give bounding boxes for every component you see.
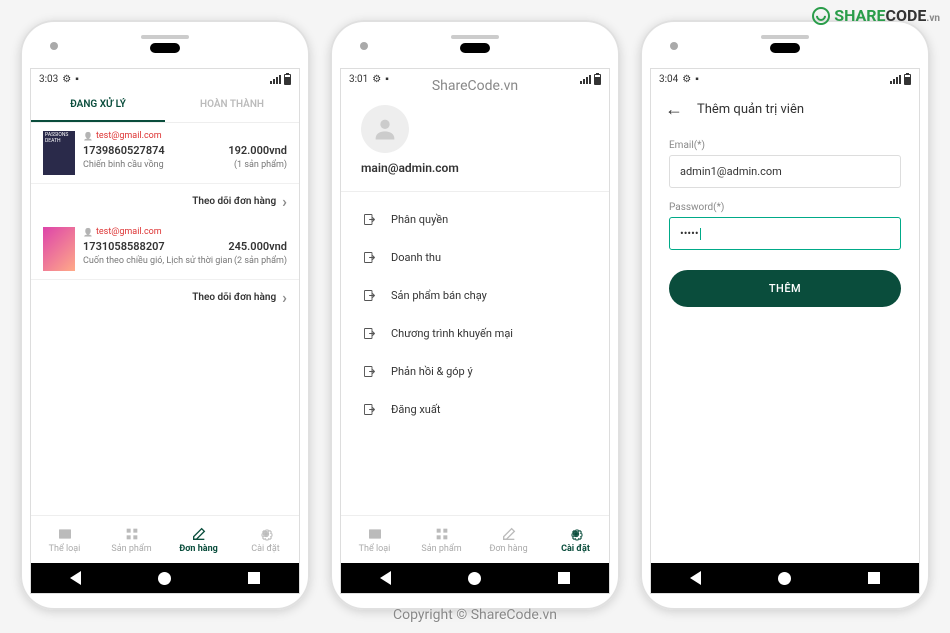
order-tabs: ĐANG XỬ LÝ HOÀN THÀNH bbox=[31, 89, 299, 123]
password-label: Password(*) bbox=[669, 202, 901, 213]
order-qty: (2 sản phẩm) bbox=[234, 256, 287, 266]
track-order-link[interactable]: Theo dõi đơn hàng bbox=[31, 184, 299, 219]
phone-mockup-3: 3:04⚙▪ ← Thêm quản trị viên Email(*) Pas… bbox=[640, 20, 930, 610]
setting-label: Sản phẩm bán chạy bbox=[391, 289, 487, 302]
setting-label: Đăng xuất bbox=[391, 403, 440, 416]
status-bar: 3:01⚙▪ bbox=[341, 69, 609, 89]
nav-label: Thể loại bbox=[359, 544, 391, 554]
profile-email: main@admin.com bbox=[361, 161, 589, 175]
exit-icon bbox=[361, 325, 377, 341]
android-home[interactable] bbox=[468, 572, 481, 585]
order-email: test@gmail.com bbox=[83, 227, 287, 237]
android-nav bbox=[341, 563, 609, 593]
setting-label: Phân quyền bbox=[391, 213, 448, 226]
order-qty: (1 sản phẩm) bbox=[234, 160, 287, 170]
page-title: Thêm quản trị viên bbox=[697, 102, 804, 117]
avatar bbox=[361, 105, 409, 153]
android-recents[interactable] bbox=[248, 572, 260, 584]
bottom-nav: Thể loại Sản phẩm Đơn hàng Cài đặt bbox=[31, 515, 299, 563]
track-order-link[interactable]: Theo dõi đơn hàng bbox=[31, 280, 299, 315]
nav-category[interactable]: Thể loại bbox=[341, 516, 408, 563]
category-icon bbox=[367, 526, 383, 542]
nav-category[interactable]: Thể loại bbox=[31, 516, 98, 563]
status-bar: 3:04⚙▪ bbox=[651, 69, 919, 89]
nav-label: Sản phẩm bbox=[111, 544, 151, 554]
order-card: test@gmail.com 1731058588207 245.000vnd C… bbox=[31, 219, 299, 280]
titlebar: ← Thêm quản trị viên bbox=[651, 89, 919, 130]
exit-icon bbox=[361, 249, 377, 265]
android-recents[interactable] bbox=[868, 572, 880, 584]
exit-icon bbox=[361, 287, 377, 303]
setting-label: Chương trình khuyến mại bbox=[391, 327, 513, 340]
category-icon bbox=[57, 526, 73, 542]
password-field[interactable]: ••••• bbox=[669, 217, 901, 250]
sharecode-logo: SHARECODE.vn bbox=[812, 6, 940, 25]
order-email: test@gmail.com bbox=[83, 131, 287, 141]
phone-mockup-2: 3:01⚙▪ main@admin.com Phân quyền Doanh t… bbox=[330, 20, 620, 610]
android-recents[interactable] bbox=[558, 572, 570, 584]
profile-header: main@admin.com bbox=[341, 89, 609, 192]
nav-label: Sản phẩm bbox=[421, 544, 461, 554]
gear-icon bbox=[258, 526, 274, 542]
order-price: 245.000vnd bbox=[228, 240, 287, 253]
nav-label: Cài đặt bbox=[251, 544, 279, 554]
bottom-nav: Thể loại Sản phẩm Đơn hàng Cài đặt bbox=[341, 515, 609, 563]
order-thumb: PASSIONS DEATH bbox=[43, 131, 75, 175]
exit-icon bbox=[361, 363, 377, 379]
nav-grid[interactable]: Sản phẩm bbox=[98, 516, 165, 563]
email-label: Email(*) bbox=[669, 140, 901, 151]
nav-grid[interactable]: Sản phẩm bbox=[408, 516, 475, 563]
setting-item[interactable]: Sản phẩm bán chạy bbox=[341, 276, 609, 314]
android-nav bbox=[31, 563, 299, 593]
exit-icon bbox=[361, 401, 377, 417]
nav-gear[interactable]: Cài đặt bbox=[542, 516, 609, 563]
android-home[interactable] bbox=[158, 572, 171, 585]
phone-mockup-1: 3:03⚙▪ ĐANG XỬ LÝ HOÀN THÀNH PASSIONS DE… bbox=[20, 20, 310, 610]
order-thumb bbox=[43, 227, 75, 271]
grid-icon bbox=[124, 526, 140, 542]
android-back[interactable] bbox=[690, 571, 701, 585]
edit-icon bbox=[191, 526, 207, 542]
android-nav bbox=[651, 563, 919, 593]
edit-icon bbox=[501, 526, 517, 542]
nav-label: Thể loại bbox=[49, 544, 81, 554]
tab-processing[interactable]: ĐANG XỬ LÝ bbox=[31, 89, 165, 122]
android-back[interactable] bbox=[380, 571, 391, 585]
submit-button[interactable]: THÊM bbox=[669, 270, 901, 307]
order-id: 1739860527874 bbox=[83, 144, 165, 157]
setting-item[interactable]: Chương trình khuyến mại bbox=[341, 314, 609, 352]
nav-label: Đơn hàng bbox=[489, 544, 527, 554]
android-back[interactable] bbox=[70, 571, 81, 585]
tab-completed[interactable]: HOÀN THÀNH bbox=[165, 89, 299, 122]
order-card: PASSIONS DEATH test@gmail.com 1739860527… bbox=[31, 123, 299, 184]
setting-item[interactable]: Doanh thu bbox=[341, 238, 609, 276]
nav-gear[interactable]: Cài đặt bbox=[232, 516, 299, 563]
setting-label: Phản hồi & góp ý bbox=[391, 365, 473, 378]
back-button[interactable]: ← bbox=[665, 99, 683, 120]
android-home[interactable] bbox=[778, 572, 791, 585]
setting-label: Doanh thu bbox=[391, 251, 441, 264]
email-field[interactable] bbox=[669, 155, 901, 188]
order-id: 1731058588207 bbox=[83, 240, 165, 253]
setting-item[interactable]: Phản hồi & góp ý bbox=[341, 352, 609, 390]
nav-label: Cài đặt bbox=[561, 544, 590, 554]
order-desc: Cuốn theo chiều gió, Lịch sử thời gian bbox=[83, 256, 232, 266]
nav-edit[interactable]: Đơn hàng bbox=[475, 516, 542, 563]
gear-icon bbox=[568, 526, 584, 542]
grid-icon bbox=[434, 526, 450, 542]
setting-item[interactable]: Đăng xuất bbox=[341, 390, 609, 428]
order-desc: Chiến binh cầu vồng bbox=[83, 160, 164, 170]
order-price: 192.000vnd bbox=[228, 144, 287, 157]
setting-item[interactable]: Phân quyền bbox=[341, 200, 609, 238]
nav-label: Đơn hàng bbox=[179, 544, 218, 554]
status-bar: 3:03⚙▪ bbox=[31, 69, 299, 89]
nav-edit[interactable]: Đơn hàng bbox=[165, 516, 232, 563]
exit-icon bbox=[361, 211, 377, 227]
